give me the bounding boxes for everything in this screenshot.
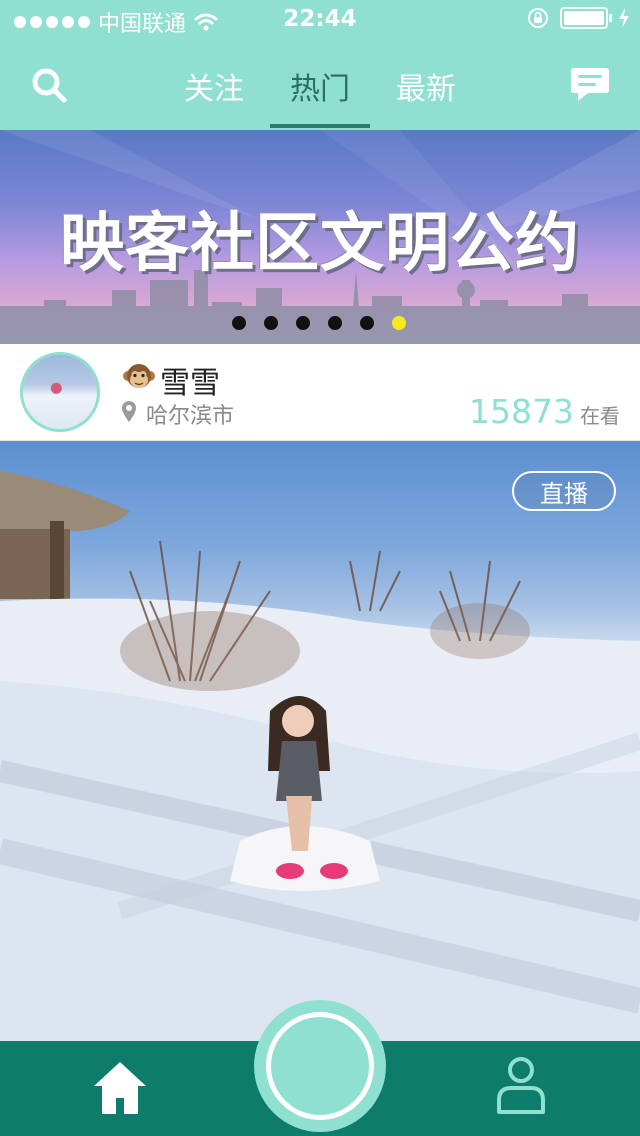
banner-page-indicator (232, 316, 406, 330)
status-right (526, 6, 630, 30)
status-bar: 中国联通 22:44 (0, 0, 640, 40)
message-icon (571, 68, 609, 101)
home-tab-button[interactable] (90, 1058, 150, 1118)
banner-title: 映客社区文明公约 (60, 207, 580, 281)
viewer-count-group: 15873 在看 (469, 392, 620, 431)
host-name[interactable]: 雪雪 (160, 358, 220, 402)
monkey-face-icon (123, 364, 155, 388)
person-icon (497, 1057, 545, 1114)
viewer-count: 15873 (469, 392, 574, 431)
start-live-button[interactable] (254, 1000, 386, 1132)
announcement-banner[interactable]: 映客社区文明公约 (0, 130, 640, 344)
host-info-row[interactable]: 雪雪 哈尔滨市 15873 在看 (0, 344, 640, 441)
start-live-ring (266, 1012, 374, 1120)
page-dot[interactable] (232, 316, 246, 330)
page-dot-active[interactable] (392, 316, 406, 330)
battery-icon (560, 7, 612, 29)
snow-scene-photo (0, 471, 640, 1041)
tab-following[interactable]: 关注 (164, 64, 264, 108)
active-tab-indicator (270, 124, 370, 128)
feed-tabs: 关注 热门 最新 (0, 58, 640, 130)
tab-hot[interactable]: 热门 (270, 64, 370, 108)
location-pin-icon (122, 401, 136, 422)
host-avatar[interactable] (20, 352, 100, 432)
messages-button[interactable] (568, 62, 612, 106)
tab-latest[interactable]: 最新 (376, 64, 476, 108)
page-dot[interactable] (328, 316, 342, 330)
charging-bolt-icon (619, 8, 629, 28)
host-city: 哈尔滨市 (146, 404, 235, 429)
viewer-label: 在看 (580, 404, 620, 428)
rotation-lock-icon (528, 8, 548, 28)
live-stream-cover[interactable]: 直播 (0, 441, 640, 1041)
live-badge: 直播 (512, 471, 616, 511)
profile-tab-button[interactable] (494, 1056, 548, 1116)
page-dot[interactable] (264, 316, 278, 330)
app-header: 中国联通 22:44 关注 热门 最新 (0, 0, 640, 130)
page-dot[interactable] (360, 316, 374, 330)
home-icon (94, 1062, 146, 1114)
battery-level (564, 11, 604, 25)
page-dot[interactable] (296, 316, 310, 330)
